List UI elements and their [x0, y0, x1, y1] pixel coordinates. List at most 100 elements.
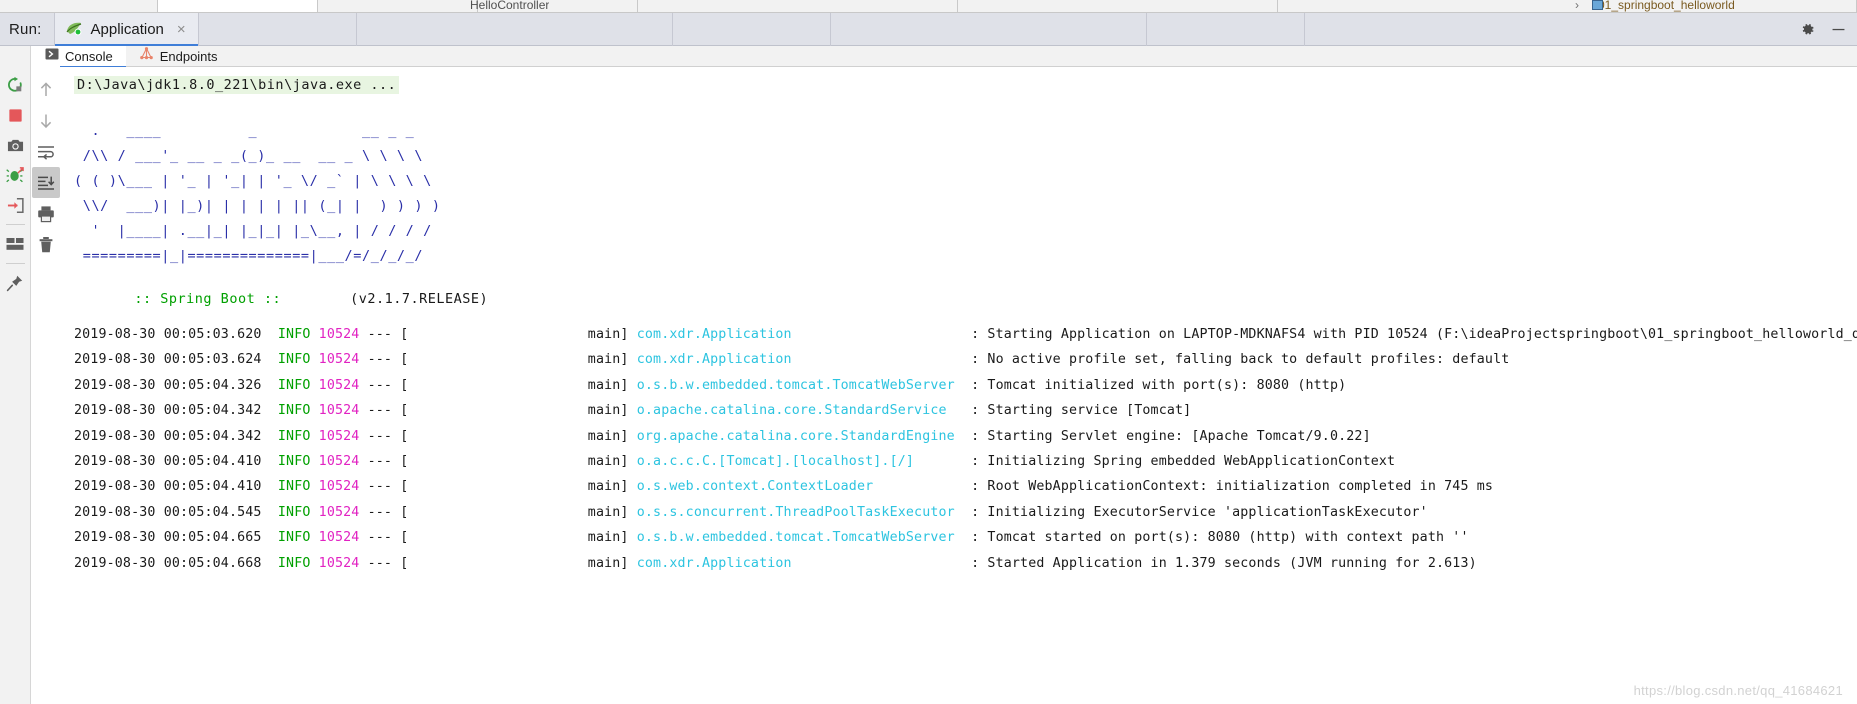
log-timestamp: 2019-08-30 00:05:03.624 — [74, 352, 278, 368]
editor-tab-project-file[interactable] — [1278, 0, 1857, 12]
log-message: : Starting Application on LAPTOP-MDKNAFS… — [971, 327, 1857, 342]
log-level: INFO — [277, 479, 319, 495]
log-line: 2019-08-30 00:05:04.545 INFO 10524 --- [… — [74, 500, 1857, 525]
log-thread: main] — [408, 479, 629, 495]
log-message: : Initializing Spring embedded WebApplic… — [971, 453, 1396, 469]
module-icon — [1592, 0, 1603, 10]
log-pid: 10524 — [318, 327, 360, 342]
log-line: 2019-08-30 00:05:04.665 INFO 10524 --- [… — [74, 525, 1857, 550]
log-line: 2019-08-30 00:05:04.410 INFO 10524 --- [… — [74, 474, 1857, 499]
log-logger: o.s.b.w.embedded.tomcat.TomcatWebServer — [628, 530, 972, 546]
log-level: INFO — [277, 352, 319, 368]
log-pid: 10524 — [318, 352, 360, 368]
log-separator: --- [ — [359, 530, 409, 546]
console-output[interactable]: D:\Java\jdk1.8.0_221\bin\java.exe ... . … — [60, 67, 1857, 704]
gear-icon[interactable] — [1799, 21, 1816, 38]
console-icon — [45, 47, 59, 65]
log-logger: com.xdr.Application — [628, 555, 972, 571]
log-separator: --- [ — [359, 352, 409, 368]
trash-icon[interactable] — [32, 229, 60, 260]
run-tab-application[interactable]: Application × — [53, 12, 199, 46]
editor-tab-blank-2[interactable] — [158, 0, 318, 12]
watermark: https://blog.csdn.net/qq_41684621 — [1633, 683, 1843, 698]
log-line: 2019-08-30 00:05:04.668 INFO 10524 --- [… — [74, 551, 1857, 576]
editor-tab-blank-5[interactable] — [958, 0, 1278, 12]
layout-button[interactable] — [0, 229, 31, 259]
log-separator: --- [ — [359, 453, 409, 469]
pin-button[interactable] — [0, 268, 31, 298]
log-timestamp: 2019-08-30 00:05:04.410 — [74, 479, 278, 495]
spring-boot-version: (v2.1.7.RELEASE) — [350, 291, 489, 307]
log-line: 2019-08-30 00:05:04.326 INFO 10524 --- [… — [74, 373, 1857, 398]
log-thread: main] — [408, 352, 629, 368]
log-timestamp: 2019-08-30 00:05:04.665 — [74, 530, 278, 546]
log-lines-container: 2019-08-30 00:05:03.620 INFO 10524 --- [… — [74, 322, 1857, 576]
log-line: 2019-08-30 00:05:04.410 INFO 10524 --- [… — [74, 449, 1857, 474]
log-logger: com.xdr.Application — [628, 352, 972, 368]
scroll-down-button[interactable] — [32, 105, 60, 136]
log-level: INFO — [277, 530, 319, 546]
log-thread: main] — [408, 377, 629, 393]
log-message: : Initializing ExecutorService 'applicat… — [971, 504, 1428, 520]
run-bar-segment-1 — [199, 12, 357, 46]
log-pid: 10524 — [318, 555, 360, 571]
console-tab-row: Console Endpoints — [32, 45, 1857, 68]
run-toolwindow-header: Run: Application × — [0, 12, 1857, 46]
toolbar-divider-1 — [5, 224, 25, 225]
close-icon[interactable]: × — [177, 22, 186, 37]
editor-tab-label-hello-controller: HelloController — [470, 0, 550, 12]
log-logger: o.s.web.context.ContextLoader — [628, 479, 972, 495]
log-message: : Root WebApplicationContext: initializa… — [971, 479, 1494, 495]
print-button[interactable] — [32, 198, 60, 229]
run-bar-filler — [1305, 13, 1857, 46]
log-timestamp: 2019-08-30 00:05:04.326 — [74, 377, 278, 393]
log-timestamp: 2019-08-30 00:05:04.668 — [74, 555, 278, 571]
stop-button[interactable] — [0, 100, 31, 130]
log-thread: main] — [408, 428, 629, 444]
run-bar-segment-2 — [357, 12, 673, 46]
editor-tab-strip: HelloController 01_springboot_helloworld… — [0, 0, 1857, 13]
log-line: 2019-08-30 00:05:04.342 INFO 10524 --- [… — [74, 424, 1857, 449]
log-message: : No active profile set, falling back to… — [971, 352, 1510, 368]
log-logger: o.a.c.c.C.[Tomcat].[localhost].[/] — [628, 453, 972, 469]
minimize-icon[interactable] — [1830, 21, 1847, 38]
editor-tab-blank-1[interactable] — [0, 0, 158, 12]
run-label: Run: — [9, 20, 42, 38]
debug-button[interactable] — [0, 160, 31, 190]
attach-button[interactable] — [0, 190, 31, 220]
tab-console-label: Console — [65, 48, 113, 64]
scroll-up-button[interactable] — [32, 74, 60, 105]
soft-wrap-button[interactable] — [32, 136, 60, 167]
log-thread: main] — [408, 530, 629, 546]
tab-endpoints[interactable]: Endpoints — [126, 46, 231, 67]
editor-tab-blank-3[interactable] — [318, 0, 478, 12]
log-level: INFO — [277, 453, 319, 469]
editor-tab-blank-4[interactable] — [638, 0, 958, 12]
screenshot-button[interactable] — [0, 130, 31, 160]
log-pid: 10524 — [318, 504, 360, 520]
tab-console[interactable]: Console — [32, 45, 126, 68]
spring-boot-ascii-banner: . ____ _ __ _ _ /\\ / ___'_ __ _ _(_)_ _… — [74, 123, 441, 264]
log-pid: 10524 — [318, 403, 360, 419]
log-timestamp: 2019-08-30 00:05:04.410 — [74, 453, 278, 469]
rerun-button[interactable] — [0, 70, 31, 100]
spring-boot-icon — [65, 21, 84, 38]
log-line: 2019-08-30 00:05:03.620 INFO 10524 --- [… — [74, 322, 1857, 347]
log-thread: main] — [408, 504, 629, 520]
scroll-to-end-button[interactable] — [32, 167, 60, 198]
log-timestamp: 2019-08-30 00:05:03.620 — [74, 327, 278, 342]
log-message: : Starting Servlet engine: [Apache Tomca… — [971, 428, 1371, 444]
spring-boot-version-line: :: Spring Boot :: (v2.1.7.RELEASE) — [74, 275, 488, 323]
endpoints-icon — [139, 47, 154, 65]
tab-endpoints-label: Endpoints — [159, 48, 218, 64]
log-separator: --- [ — [359, 479, 409, 495]
run-bar-segment-4 — [831, 12, 1147, 46]
log-separator: --- [ — [359, 504, 409, 520]
toolbar-divider-2 — [5, 263, 25, 264]
log-logger: o.apache.catalina.core.StandardService — [628, 403, 972, 419]
log-separator: --- [ — [359, 555, 409, 571]
log-level: INFO — [277, 555, 319, 571]
run-bar-segment-3 — [673, 12, 831, 46]
log-separator: --- [ — [359, 377, 409, 393]
log-pid: 10524 — [318, 453, 360, 469]
